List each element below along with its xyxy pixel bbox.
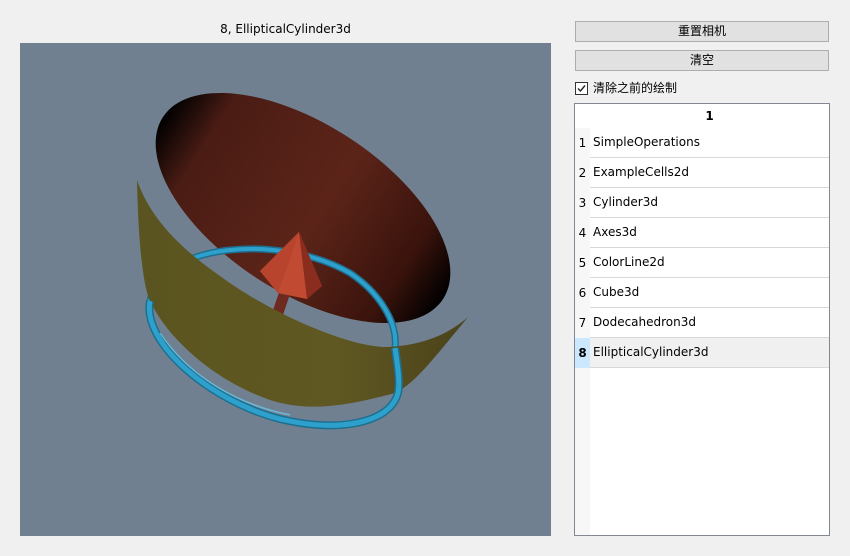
table-row[interactable]: 6 Cube3d	[575, 278, 829, 308]
example-name-cell[interactable]: ColorLine2d	[590, 248, 829, 278]
column-header[interactable]: 1	[590, 104, 829, 128]
table-row-selected[interactable]: 8 EllipticalCylinder3d	[575, 338, 829, 368]
table-row[interactable]: 4 Axes3d	[575, 218, 829, 248]
reset-camera-button[interactable]: 重置相机	[575, 21, 829, 42]
table-row[interactable]: 7 Dodecahedron3d	[575, 308, 829, 338]
row-number[interactable]: 5	[575, 248, 590, 278]
table-row[interactable]: 3 Cylinder3d	[575, 188, 829, 218]
example-name-cell[interactable]: Cylinder3d	[590, 188, 829, 218]
app-window: 8, EllipticalCylinder3d 重置相机 清空 清除之前的绘制 …	[0, 0, 850, 556]
clear-previous-option[interactable]: 清除之前的绘制	[575, 79, 677, 97]
example-list-grid[interactable]: 1 1 SimpleOperations 2 ExampleCells2d 3 …	[574, 103, 830, 536]
row-number[interactable]: 7	[575, 308, 590, 338]
table-row[interactable]: 2 ExampleCells2d	[575, 158, 829, 188]
grid-corner	[575, 104, 590, 128]
scene-canvas[interactable]	[20, 43, 551, 536]
example-name-cell[interactable]: ExampleCells2d	[590, 158, 829, 188]
viewport-title: 8, EllipticalCylinder3d	[220, 22, 351, 36]
example-name-cell[interactable]: SimpleOperations	[590, 128, 829, 158]
clear-previous-label: 清除之前的绘制	[593, 81, 678, 95]
example-name-cell[interactable]: Dodecahedron3d	[590, 308, 829, 338]
row-number[interactable]: 3	[575, 188, 590, 218]
grid-rows: 1 SimpleOperations 2 ExampleCells2d 3 Cy…	[575, 128, 829, 368]
example-name-cell[interactable]: Cube3d	[590, 278, 829, 308]
row-number[interactable]: 6	[575, 278, 590, 308]
row-number[interactable]: 4	[575, 218, 590, 248]
3d-viewport[interactable]	[20, 43, 551, 536]
table-row[interactable]: 1 SimpleOperations	[575, 128, 829, 158]
row-number[interactable]: 8	[575, 338, 590, 368]
table-row[interactable]: 5 ColorLine2d	[575, 248, 829, 278]
clear-previous-checkbox[interactable]	[575, 81, 588, 95]
checkmark-icon	[577, 84, 586, 92]
example-name-cell[interactable]: EllipticalCylinder3d	[590, 338, 829, 368]
clear-button[interactable]: 清空	[575, 50, 829, 71]
example-name-cell[interactable]: Axes3d	[590, 218, 829, 248]
row-number[interactable]: 1	[575, 128, 590, 158]
row-number[interactable]: 2	[575, 158, 590, 188]
